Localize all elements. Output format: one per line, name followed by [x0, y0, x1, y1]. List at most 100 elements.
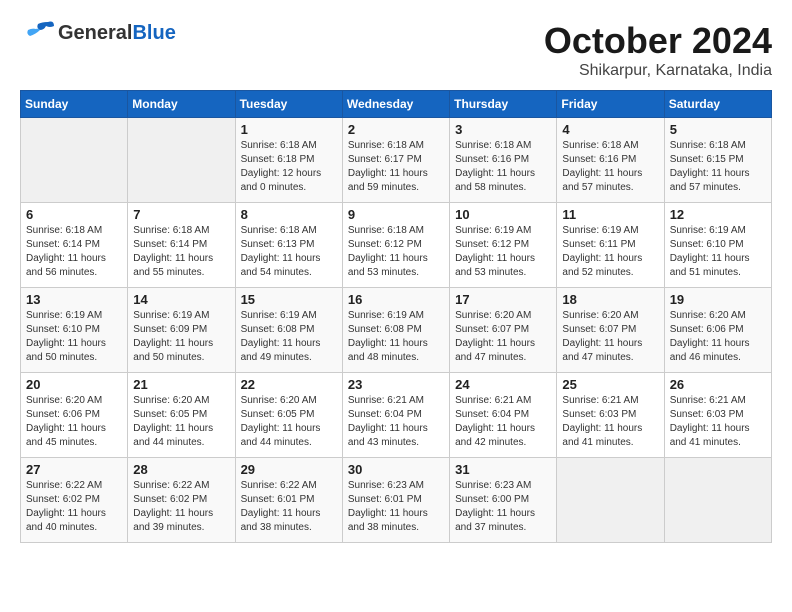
calendar-cell: 3Sunrise: 6:18 AM Sunset: 6:16 PM Daylig… — [450, 118, 557, 203]
day-number: 14 — [133, 292, 229, 307]
calendar-week-row: 1Sunrise: 6:18 AM Sunset: 6:18 PM Daylig… — [21, 118, 772, 203]
calendar-cell: 2 Sunrise: 6:18 AM Sunset: 6:17 PM Daylig… — [342, 118, 449, 203]
day-number: 22 — [241, 377, 337, 392]
day-info: Sunrise: 6:19 AM Sunset: 6:11 PM Dayligh… — [562, 224, 658, 280]
calendar-cell: 17 Sunrise: 6:20 AM Sunset: 6:07 PM Dayli… — [450, 288, 557, 373]
calendar-cell: 26 Sunrise: 6:21 AM Sunset: 6:03 PM Dayli… — [664, 373, 771, 458]
calendar-cell — [21, 118, 128, 203]
calendar-cell: 5 Sunrise: 6:18 AM Sunset: 6:15 PM Daylig… — [664, 118, 771, 203]
title-block: October 2024 Shikarpur, Karnataka, India — [544, 20, 772, 80]
day-info: Sunrise: 6:21 AM Sunset: 6:04 PM Dayligh… — [348, 394, 444, 450]
day-info: Sunrise: 6:23 AM Sunset: 6:01 PM Dayligh… — [348, 479, 444, 535]
calendar-cell: 20 Sunrise: 6:20 AM Sunset: 6:06 PM Dayli… — [21, 373, 128, 458]
day-number: 18 — [562, 292, 658, 307]
calendar-cell — [557, 458, 664, 543]
day-number: 31 — [455, 462, 551, 477]
day-number: 21 — [133, 377, 229, 392]
calendar-cell: 29 Sunrise: 6:22 AM Sunset: 6:01 PM Dayli… — [235, 458, 342, 543]
day-number: 4 — [562, 122, 658, 137]
day-number: 27 — [26, 462, 122, 477]
calendar-cell: 13 Sunrise: 6:19 AM Sunset: 6:10 PM Dayli… — [21, 288, 128, 373]
day-info: Sunrise: 6:19 AM Sunset: 6:10 PM Dayligh… — [670, 224, 766, 280]
day-info: Sunrise: 6:22 AM Sunset: 6:01 PM Dayligh… — [241, 479, 337, 535]
day-info: Sunrise: 6:20 AM Sunset: 6:07 PM Dayligh… — [455, 309, 551, 365]
day-info: Sunrise: 6:19 AM Sunset: 6:12 PM Dayligh… — [455, 224, 551, 280]
month-title: October 2024 — [544, 20, 772, 62]
calendar-cell: 25 Sunrise: 6:21 AM Sunset: 6:03 PM Dayli… — [557, 373, 664, 458]
page-header: GeneralBlue October 2024 Shikarpur, Karn… — [20, 20, 772, 80]
calendar-cell: 1Sunrise: 6:18 AM Sunset: 6:18 PM Daylig… — [235, 118, 342, 203]
day-number: 9 — [348, 207, 444, 222]
calendar-cell: 8 Sunrise: 6:18 AM Sunset: 6:13 PM Daylig… — [235, 203, 342, 288]
day-number: 13 — [26, 292, 122, 307]
calendar-cell: 30Sunrise: 6:23 AM Sunset: 6:01 PM Dayli… — [342, 458, 449, 543]
day-info: Sunrise: 6:20 AM Sunset: 6:06 PM Dayligh… — [670, 309, 766, 365]
calendar-cell: 23Sunrise: 6:21 AM Sunset: 6:04 PM Dayli… — [342, 373, 449, 458]
calendar-cell: 14 Sunrise: 6:19 AM Sunset: 6:09 PM Dayli… — [128, 288, 235, 373]
calendar-cell: 7Sunrise: 6:18 AM Sunset: 6:14 PM Daylig… — [128, 203, 235, 288]
calendar-cell: 11Sunrise: 6:19 AM Sunset: 6:11 PM Dayli… — [557, 203, 664, 288]
day-info: Sunrise: 6:18 AM Sunset: 6:18 PM Dayligh… — [241, 139, 337, 195]
calendar-header: SundayMondayTuesdayWednesdayThursdayFrid… — [21, 91, 772, 118]
calendar-week-row: 13 Sunrise: 6:19 AM Sunset: 6:10 PM Dayli… — [21, 288, 772, 373]
calendar-cell: 12Sunrise: 6:19 AM Sunset: 6:10 PM Dayli… — [664, 203, 771, 288]
weekday-header: Tuesday — [235, 91, 342, 118]
logo-bird-icon — [20, 20, 54, 46]
day-number: 7 — [133, 207, 229, 222]
day-number: 20 — [26, 377, 122, 392]
calendar-cell: 18 Sunrise: 6:20 AM Sunset: 6:07 PM Dayli… — [557, 288, 664, 373]
day-number: 28 — [133, 462, 229, 477]
day-number: 2 — [348, 122, 444, 137]
calendar-week-row: 6Sunrise: 6:18 AM Sunset: 6:14 PM Daylig… — [21, 203, 772, 288]
day-info: Sunrise: 6:19 AM Sunset: 6:10 PM Dayligh… — [26, 309, 122, 365]
calendar-cell: 21Sunrise: 6:20 AM Sunset: 6:05 PM Dayli… — [128, 373, 235, 458]
day-number: 26 — [670, 377, 766, 392]
day-number: 16 — [348, 292, 444, 307]
calendar-week-row: 20 Sunrise: 6:20 AM Sunset: 6:06 PM Dayli… — [21, 373, 772, 458]
day-info: Sunrise: 6:18 AM Sunset: 6:15 PM Dayligh… — [670, 139, 766, 195]
day-info: Sunrise: 6:21 AM Sunset: 6:04 PM Dayligh… — [455, 394, 551, 450]
day-info: Sunrise: 6:19 AM Sunset: 6:08 PM Dayligh… — [241, 309, 337, 365]
weekday-header: Thursday — [450, 91, 557, 118]
day-info: Sunrise: 6:18 AM Sunset: 6:17 PM Dayligh… — [348, 139, 444, 195]
logo-blue: Blue — [132, 22, 175, 44]
weekday-header: Saturday — [664, 91, 771, 118]
calendar-body: 1Sunrise: 6:18 AM Sunset: 6:18 PM Daylig… — [21, 118, 772, 543]
day-info: Sunrise: 6:19 AM Sunset: 6:09 PM Dayligh… — [133, 309, 229, 365]
calendar-cell: 28 Sunrise: 6:22 AM Sunset: 6:02 PM Dayli… — [128, 458, 235, 543]
calendar-cell: 6Sunrise: 6:18 AM Sunset: 6:14 PM Daylig… — [21, 203, 128, 288]
calendar-table: SundayMondayTuesdayWednesdayThursdayFrid… — [20, 90, 772, 543]
day-info: Sunrise: 6:22 AM Sunset: 6:02 PM Dayligh… — [133, 479, 229, 535]
day-info: Sunrise: 6:20 AM Sunset: 6:07 PM Dayligh… — [562, 309, 658, 365]
day-number: 17 — [455, 292, 551, 307]
day-number: 24 — [455, 377, 551, 392]
day-info: Sunrise: 6:18 AM Sunset: 6:13 PM Dayligh… — [241, 224, 337, 280]
calendar-week-row: 27 Sunrise: 6:22 AM Sunset: 6:02 PM Dayli… — [21, 458, 772, 543]
day-info: Sunrise: 6:20 AM Sunset: 6:06 PM Dayligh… — [26, 394, 122, 450]
day-number: 19 — [670, 292, 766, 307]
day-number: 15 — [241, 292, 337, 307]
logo: GeneralBlue — [20, 20, 176, 46]
calendar-cell: 9 Sunrise: 6:18 AM Sunset: 6:12 PM Daylig… — [342, 203, 449, 288]
calendar-cell: 4 Sunrise: 6:18 AM Sunset: 6:16 PM Daylig… — [557, 118, 664, 203]
weekday-row: SundayMondayTuesdayWednesdayThursdayFrid… — [21, 91, 772, 118]
day-info: Sunrise: 6:21 AM Sunset: 6:03 PM Dayligh… — [562, 394, 658, 450]
day-info: Sunrise: 6:23 AM Sunset: 6:00 PM Dayligh… — [455, 479, 551, 535]
day-number: 3 — [455, 122, 551, 137]
calendar-cell: 31 Sunrise: 6:23 AM Sunset: 6:00 PM Dayli… — [450, 458, 557, 543]
day-number: 25 — [562, 377, 658, 392]
day-info: Sunrise: 6:18 AM Sunset: 6:12 PM Dayligh… — [348, 224, 444, 280]
weekday-header: Wednesday — [342, 91, 449, 118]
day-info: Sunrise: 6:18 AM Sunset: 6:16 PM Dayligh… — [562, 139, 658, 195]
calendar-cell — [128, 118, 235, 203]
location-subtitle: Shikarpur, Karnataka, India — [544, 62, 772, 80]
calendar-cell: 16Sunrise: 6:19 AM Sunset: 6:08 PM Dayli… — [342, 288, 449, 373]
day-number: 29 — [241, 462, 337, 477]
day-number: 5 — [670, 122, 766, 137]
calendar-cell: 15 Sunrise: 6:19 AM Sunset: 6:08 PM Dayli… — [235, 288, 342, 373]
calendar-cell: 27Sunrise: 6:22 AM Sunset: 6:02 PM Dayli… — [21, 458, 128, 543]
day-info: Sunrise: 6:21 AM Sunset: 6:03 PM Dayligh… — [670, 394, 766, 450]
day-number: 8 — [241, 207, 337, 222]
weekday-header: Friday — [557, 91, 664, 118]
weekday-header: Sunday — [21, 91, 128, 118]
